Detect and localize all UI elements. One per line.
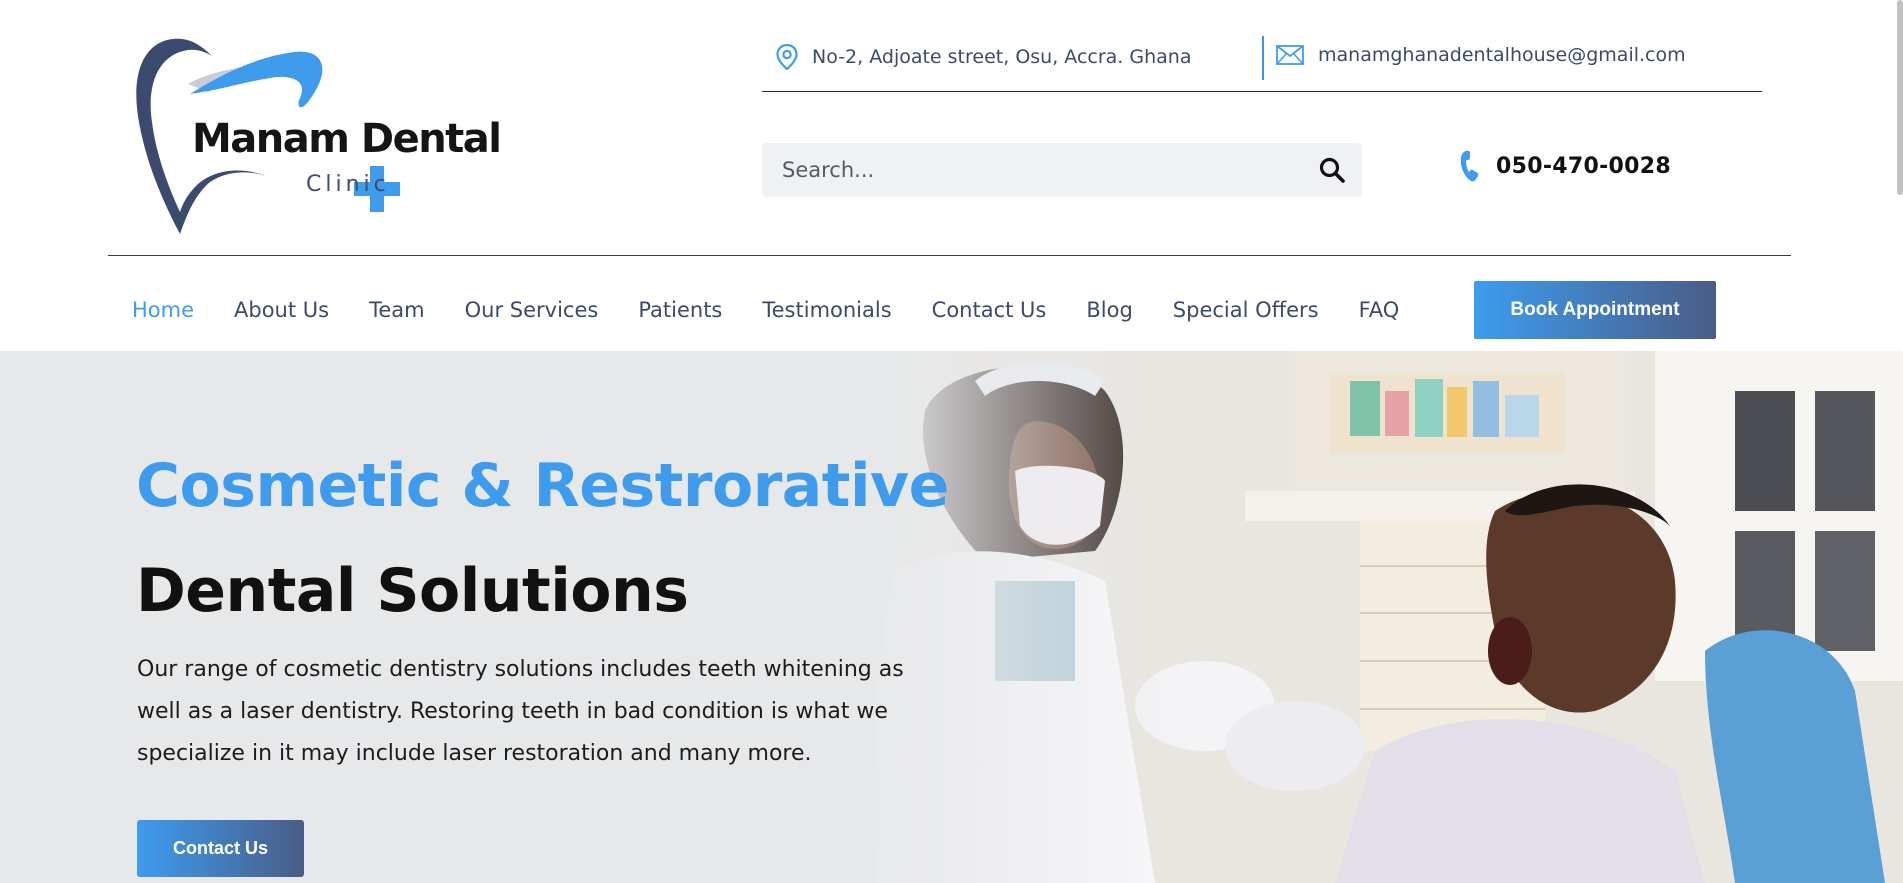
nav-contact-us[interactable]: Contact Us	[932, 298, 1047, 322]
map-pin-icon	[776, 44, 798, 70]
search-bar	[762, 143, 1362, 197]
search-icon[interactable]	[1318, 156, 1346, 184]
contact-divider	[1262, 36, 1264, 80]
contact-strip: No-2, Adjoate street, Osu, Accra. Ghana …	[762, 30, 1762, 92]
address-text: No-2, Adjoate street, Osu, Accra. Ghana	[812, 46, 1192, 68]
nav-team[interactable]: Team	[369, 298, 425, 322]
logo-subtitle: Clinic	[306, 172, 390, 197]
logo-name: Manam Dental	[192, 116, 502, 162]
hero-section: Cosmetic & Restrorative Dental Solutions…	[0, 351, 1903, 883]
email-link[interactable]: manamghanadentalhouse@gmail.com	[1318, 44, 1686, 66]
page-scrollbar[interactable]	[1897, 0, 1903, 195]
main-nav: Home About Us Team Our Services Patients…	[132, 281, 1439, 339]
site-header: Manam Dental Clinic No-2, Adjoate street…	[0, 0, 1903, 255]
envelope-icon	[1276, 45, 1304, 65]
nav-testimonials[interactable]: Testimonials	[762, 298, 891, 322]
phone-number[interactable]: 050-470-0028	[1496, 154, 1671, 179]
header-divider	[108, 255, 1791, 256]
hero-title: Dental Solutions	[136, 556, 689, 626]
phone-icon	[1460, 150, 1479, 182]
nav-blog[interactable]: Blog	[1086, 298, 1132, 322]
email-info[interactable]: manamghanadentalhouse@gmail.com	[1276, 44, 1686, 66]
address-info: No-2, Adjoate street, Osu, Accra. Ghana	[776, 44, 1191, 70]
nav-about-us[interactable]: About Us	[234, 298, 329, 322]
phone-contact[interactable]: 050-470-0028	[1460, 150, 1671, 182]
hero-title-accent: Cosmetic & Restrorative	[136, 451, 949, 521]
nav-patients[interactable]: Patients	[638, 298, 722, 322]
nav-our-services[interactable]: Our Services	[465, 298, 599, 322]
nav-special-offers[interactable]: Special Offers	[1173, 298, 1319, 322]
nav-home[interactable]: Home	[132, 298, 194, 322]
nav-faq[interactable]: FAQ	[1359, 298, 1400, 322]
search-input[interactable]	[782, 143, 1302, 197]
hero-description: Our range of cosmetic dentistry solution…	[137, 657, 904, 766]
clinic-logo[interactable]: Manam Dental Clinic	[130, 36, 502, 236]
contact-us-button[interactable]: Contact Us	[137, 820, 304, 877]
book-appointment-button[interactable]: Book Appointment	[1474, 281, 1716, 339]
hero-photo-fade	[775, 351, 1195, 883]
